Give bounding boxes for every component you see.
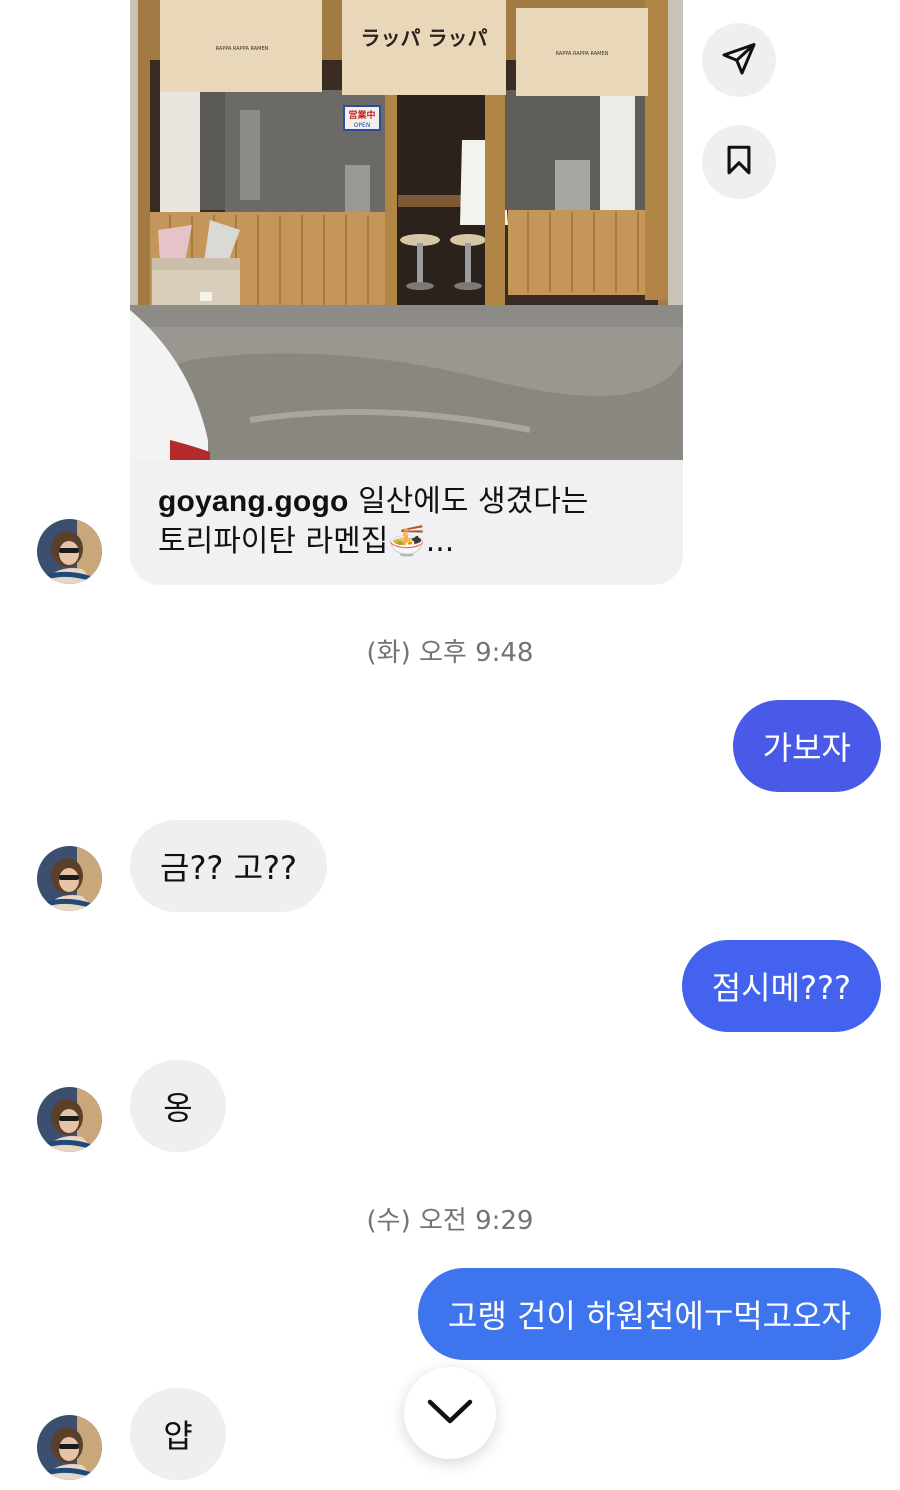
timestamp: (수) 오전 9:29 <box>366 1206 534 1236</box>
incoming-message[interactable]: 금?? 고?? <box>130 820 327 912</box>
chevron-down-icon <box>426 1396 474 1430</box>
save-button[interactable] <box>702 125 776 199</box>
bookmark-icon <box>722 143 756 181</box>
message-text: 얍 <box>163 1417 193 1455</box>
paper-plane-icon <box>721 40 757 80</box>
message-text: 점시메??? <box>711 969 851 1007</box>
open-sign-text: 営業中 <box>348 109 375 121</box>
incoming-message[interactable]: 옹 <box>130 1060 226 1152</box>
post-username[interactable]: goyang.gogo <box>158 485 349 518</box>
curtain-center-text: ラッパ ラッパ <box>361 26 488 50</box>
outgoing-message[interactable]: 점시메??? <box>681 940 881 1032</box>
post-caption: goyang.gogo 일산에도 생겼다는 토리파이탄 라멘집🍜... <box>158 482 658 562</box>
message-text: 금?? 고?? <box>160 849 297 887</box>
outgoing-message[interactable]: 고랭 건이 하원전에ㅜ먹고오자 <box>417 1268 881 1360</box>
avatar[interactable] <box>37 1087 102 1152</box>
scroll-to-bottom-button[interactable] <box>404 1367 496 1459</box>
curtain-left-text: RAPPA RAPPA RAMEN <box>216 46 269 52</box>
message-text: 가보자 <box>762 729 851 767</box>
message-text: 옹 <box>163 1089 193 1127</box>
shared-post-card[interactable]: 営業中 OPEN ラッパ ラッパ RAPPA RAPPA RAMEN RAPPA… <box>130 0 683 585</box>
avatar[interactable] <box>37 846 102 911</box>
post-caption-line1: 일산에도 생겼다는 <box>358 484 589 519</box>
avatar[interactable] <box>37 519 102 584</box>
outgoing-message[interactable]: 가보자 <box>732 700 881 792</box>
post-image-ramen-shop[interactable]: 営業中 OPEN ラッパ ラッパ RAPPA RAPPA RAMEN RAPPA… <box>130 0 683 460</box>
incoming-message[interactable]: 얍 <box>130 1388 226 1480</box>
share-button[interactable] <box>702 23 776 97</box>
avatar[interactable] <box>37 1415 102 1480</box>
curtain-right-text: RAPPA RAPPA RAMEN <box>556 51 609 57</box>
post-caption-line2: 토리파이탄 라멘집🍜... <box>158 524 455 559</box>
open-sign-subtext: OPEN <box>354 122 371 129</box>
message-text: 고랭 건이 하원전에ㅜ먹고오자 <box>447 1297 851 1335</box>
timestamp: (화) 오후 9:48 <box>366 638 534 668</box>
